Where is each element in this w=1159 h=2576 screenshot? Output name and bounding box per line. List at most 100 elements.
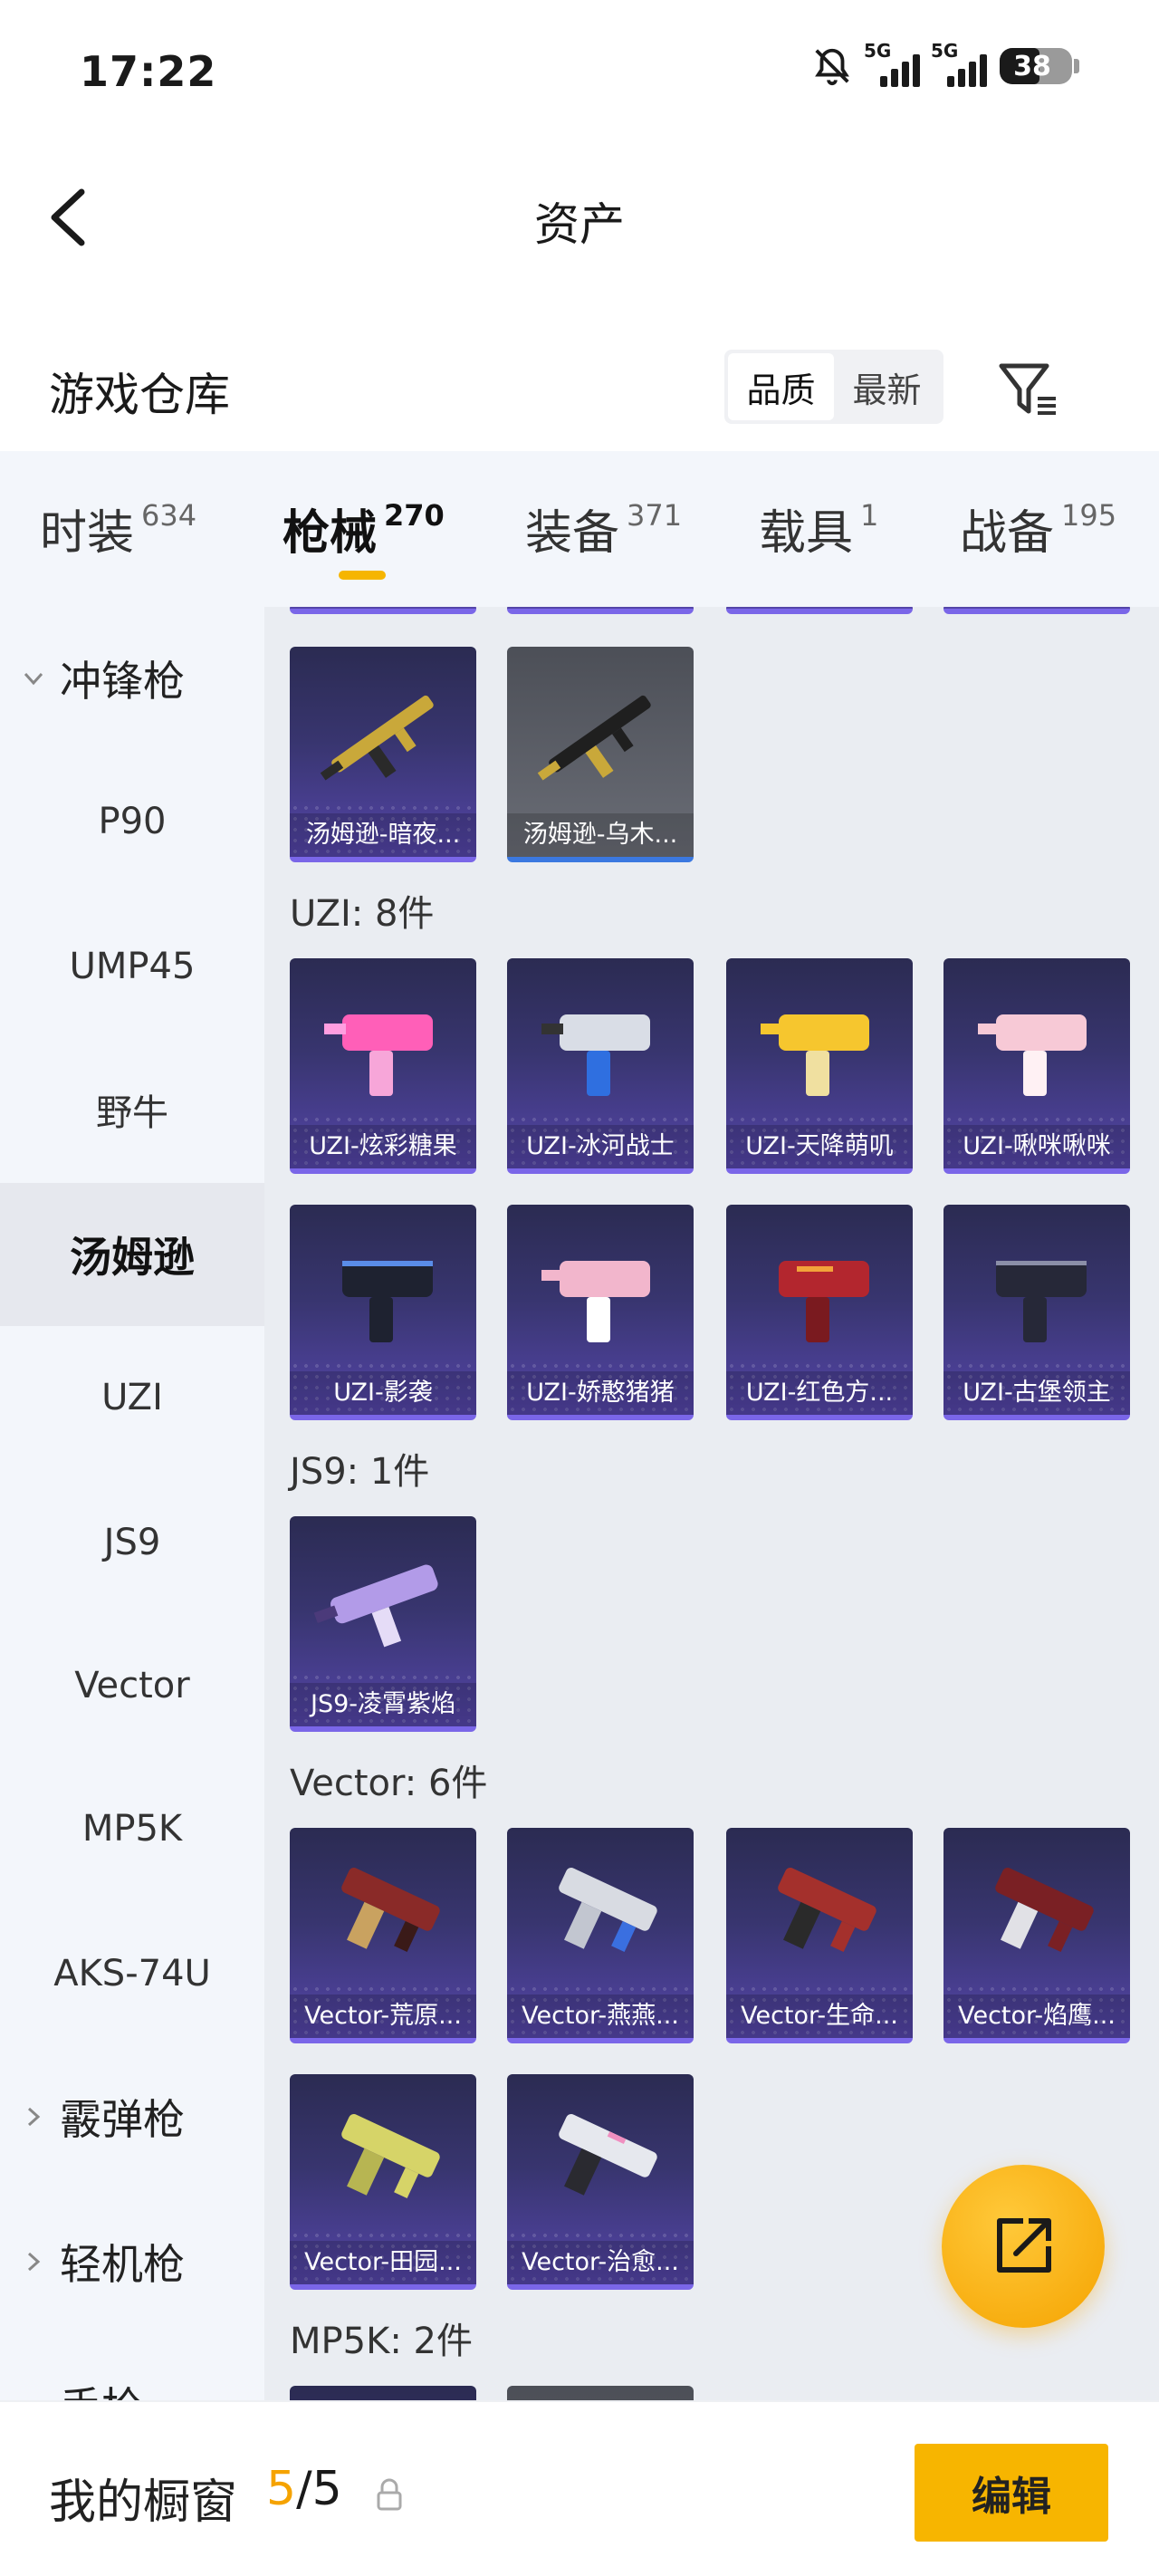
weapon-card[interactable]: UZI-啾咪啾咪	[943, 958, 1130, 1174]
uzi-gun-icon	[324, 1014, 433, 1096]
vector-gun-icon	[341, 2114, 440, 2198]
sidebar-item-bizon[interactable]: 野牛	[0, 1038, 264, 1181]
tab-label: 装备	[525, 506, 620, 561]
edit-button[interactable]: 编辑	[915, 2444, 1108, 2542]
sidebar-group-label: 冲锋枪	[60, 657, 185, 706]
chevron-right-icon	[27, 2252, 41, 2272]
network-type-1: 5G	[864, 40, 892, 62]
sort-quality-button[interactable]: 品质	[728, 353, 834, 420]
sidebar-group-label: 轻机枪	[60, 2240, 185, 2289]
showcase-current: 5	[266, 2462, 297, 2516]
sidebar-group-label: 手枪	[60, 2375, 143, 2400]
weapon-card[interactable]: Vector-田园...	[290, 2074, 476, 2290]
weapon-card-label: JS9-凌霄紫焰	[290, 1683, 476, 1726]
weapon-card[interactable]: UZI-古堡领主	[943, 1205, 1130, 1420]
category-tabs: 时装 634 枪械 270 装备 371 载具 1 战备 195	[0, 451, 1159, 607]
sidebar-item-mp5k[interactable]: MP5K	[0, 1757, 264, 1900]
tab-count: 270	[384, 498, 445, 533]
tab-label: 载具	[759, 506, 854, 561]
weapon-card-label: Vector-生命...	[726, 1994, 913, 2038]
vector-gun-icon	[559, 2114, 657, 2196]
uzi-gun-icon	[342, 1261, 433, 1342]
weapon-card-partial[interactable]	[943, 607, 1130, 614]
signal-icon-2: 5G	[931, 40, 987, 87]
weapon-card[interactable]: Vector-治愈...	[507, 2074, 694, 2290]
sidebar-item-thompson[interactable]: 汤姆逊	[0, 1183, 264, 1326]
thompson-gun-icon	[537, 695, 651, 781]
tab-fashion[interactable]: 时装 634	[40, 495, 196, 562]
status-time: 17:22	[80, 47, 217, 96]
weapon-card[interactable]: Vector-燕燕...	[507, 1828, 694, 2043]
weapon-card[interactable]: JS9-凌霄紫焰	[290, 1516, 476, 1732]
weapon-card[interactable]: UZI-天降萌叽	[726, 958, 913, 1174]
sidebar-item-aks74u[interactable]: AKS-74U	[0, 1902, 264, 2045]
vector-gun-icon	[778, 1868, 876, 1952]
section-label-mp5k: MP5K: 2件	[290, 2321, 473, 2362]
weapon-card[interactable]: UZI-冰河战士	[507, 958, 694, 1174]
weapon-card-label: 汤姆逊-乌木...	[507, 813, 694, 857]
sidebar-group-lmg[interactable]: 轻机枪	[0, 2190, 264, 2333]
weapon-card-partial[interactable]	[290, 607, 476, 614]
uzi-gun-icon	[996, 1261, 1087, 1342]
weapon-card[interactable]: UZI-红色方...	[726, 1205, 913, 1420]
weapon-card[interactable]: 汤姆逊-暗夜...	[290, 647, 476, 862]
tab-firearms[interactable]: 枪械 270	[283, 495, 445, 562]
filter-icon[interactable]	[996, 357, 1061, 422]
tab-vehicles[interactable]: 载具 1	[759, 495, 878, 562]
weapon-card-label: 汤姆逊-暗夜...	[290, 813, 476, 857]
chevron-right-icon	[27, 2107, 41, 2127]
weapon-card[interactable]: Vector-焰鹰...	[943, 1828, 1130, 2043]
sidebar-item-uzi[interactable]: UZI	[0, 1326, 264, 1469]
weapon-card-partial[interactable]	[290, 2386, 476, 2400]
weapon-card[interactable]: UZI-娇憨猪猪	[507, 1205, 694, 1420]
weapon-card-label: Vector-燕燕...	[507, 1994, 694, 2038]
sidebar-group-pistol[interactable]: 手枪	[0, 2333, 264, 2400]
tab-count: 634	[141, 498, 197, 533]
vector-gun-icon	[559, 1868, 657, 1952]
sidebar-item-js9[interactable]: JS9	[0, 1471, 264, 1614]
tab-count: 371	[627, 498, 683, 533]
tab-equipment[interactable]: 装备 371	[525, 495, 682, 562]
weapon-card-label: Vector-田园...	[290, 2241, 476, 2284]
weapon-card[interactable]: UZI-影袭	[290, 1205, 476, 1420]
status-icons: 5G 5G 38	[811, 40, 1079, 87]
weapon-card-label: Vector-荒原...	[290, 1994, 476, 2038]
weapon-category-sidebar: 冲锋枪 P90 UMP45 野牛 汤姆逊 UZI JS9 Vector MP5K…	[0, 607, 264, 2400]
active-tab-indicator	[339, 571, 386, 580]
tab-label: 时装	[40, 506, 135, 561]
weapon-card[interactable]: Vector-荒原...	[290, 1828, 476, 2043]
weapon-card-label: Vector-治愈...	[507, 2241, 694, 2284]
uzi-gun-icon	[978, 1014, 1087, 1096]
js9-gun-icon	[313, 1564, 438, 1648]
tab-supplies[interactable]: 战备 195	[960, 495, 1116, 562]
sort-toggle: 品质 最新	[724, 350, 943, 424]
share-button[interactable]	[942, 2165, 1105, 2328]
tab-label: 枪械	[283, 506, 378, 561]
sidebar-group-label: 霰弹枪	[60, 2095, 185, 2144]
weapon-card-partial[interactable]	[507, 2386, 694, 2400]
weapon-card-label: UZI-古堡领主	[943, 1371, 1130, 1415]
thompson-gun-icon	[320, 695, 434, 781]
external-link-icon	[997, 2218, 1051, 2273]
sidebar-group-smg[interactable]: 冲锋枪	[0, 607, 264, 750]
weapon-card-partial[interactable]	[507, 607, 694, 614]
sidebar-item-ump45[interactable]: UMP45	[0, 895, 264, 1038]
weapon-card-partial[interactable]	[726, 607, 913, 614]
sort-latest-button[interactable]: 最新	[834, 353, 940, 420]
weapon-card-label: UZI-红色方...	[726, 1371, 913, 1415]
weapon-card-label: UZI-啾咪啾咪	[943, 1125, 1130, 1168]
chevron-down-icon	[24, 672, 43, 686]
tab-count: 1	[860, 498, 879, 533]
sidebar-item-vector[interactable]: Vector	[0, 1614, 264, 1757]
weapon-card[interactable]: 汤姆逊-乌木...	[507, 647, 694, 862]
vector-gun-icon	[341, 1868, 440, 1952]
page-title: 资产	[534, 198, 625, 251]
battery-icon: 38	[1000, 48, 1079, 84]
weapon-card[interactable]: UZI-炫彩糖果	[290, 958, 476, 1174]
sidebar-group-shotgun[interactable]: 霰弹枪	[0, 2045, 264, 2188]
section-label-uzi: UZI: 8件	[290, 893, 435, 935]
weapon-card-label: UZI-影袭	[290, 1371, 476, 1415]
sidebar-item-p90[interactable]: P90	[0, 750, 264, 893]
section-label-vector: Vector: 6件	[290, 1763, 488, 1804]
weapon-card[interactable]: Vector-生命...	[726, 1828, 913, 2043]
